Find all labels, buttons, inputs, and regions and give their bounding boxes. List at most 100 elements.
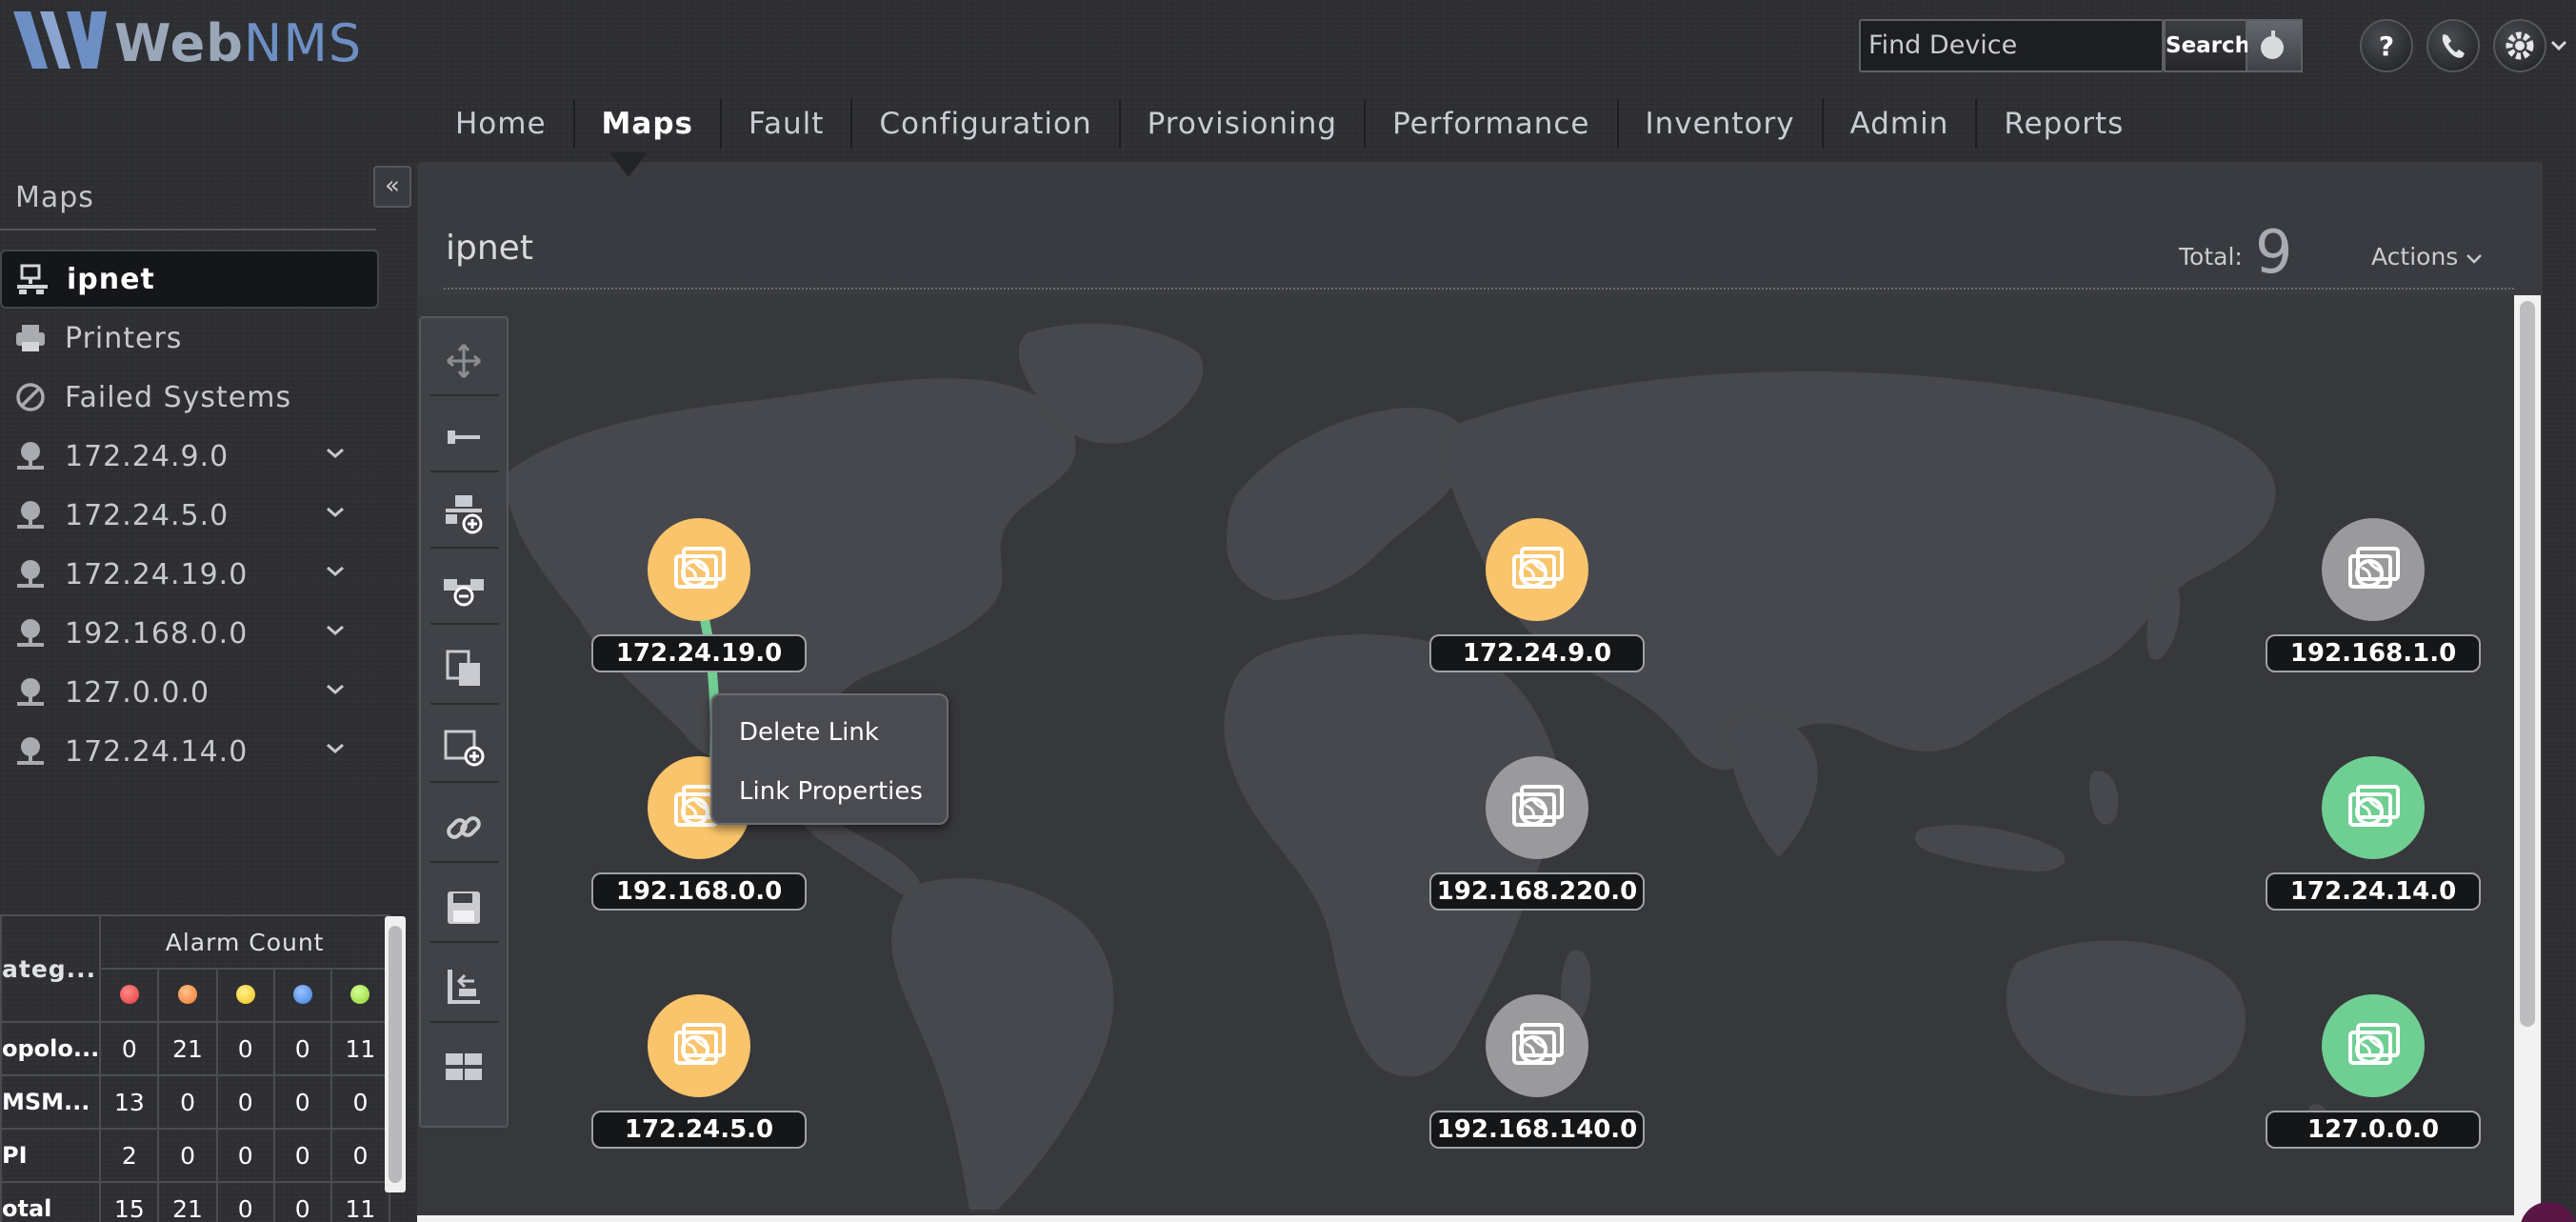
- save-icon: [448, 891, 480, 924]
- nav-admin[interactable]: Admin: [1824, 99, 1978, 149]
- alarm-count[interactable]: 0: [272, 1128, 332, 1183]
- alarm-count[interactable]: 11: [329, 1021, 390, 1076]
- nav-provisioning[interactable]: Provisioning: [1121, 99, 1367, 149]
- nav-fault[interactable]: Fault: [722, 99, 853, 149]
- save-tool[interactable]: [440, 884, 488, 932]
- remove-node-icon: [444, 579, 484, 607]
- alarm-count[interactable]: 13: [99, 1074, 160, 1130]
- alarm-count[interactable]: 0: [272, 1181, 332, 1222]
- delete-link-menu-item[interactable]: Delete Link: [739, 718, 879, 747]
- map-node-172-24-14-0[interactable]: 172.24.14.0: [2266, 756, 2481, 911]
- map-vertical-scrollbar[interactable]: [2514, 295, 2541, 1215]
- alarm-count[interactable]: 0: [215, 1128, 275, 1183]
- chevron-down-icon[interactable]: [324, 444, 347, 463]
- phone-button[interactable]: [2426, 19, 2480, 72]
- settings-button[interactable]: [2493, 19, 2546, 72]
- alarm-count[interactable]: 11: [329, 1181, 390, 1222]
- nav-performance[interactable]: Performance: [1366, 99, 1619, 149]
- settings-chevron-icon[interactable]: [2550, 38, 2567, 56]
- grid-layout-tool[interactable]: [440, 1044, 488, 1092]
- alarm-count[interactable]: 0: [215, 1181, 275, 1222]
- copy-tool[interactable]: [440, 646, 488, 693]
- severity-critical[interactable]: [99, 968, 160, 1023]
- chevron-down-icon[interactable]: [324, 562, 347, 581]
- chevron-down-icon[interactable]: [324, 680, 347, 699]
- nav-configuration[interactable]: Configuration: [852, 99, 1121, 149]
- alarm-count[interactable]: 2: [99, 1128, 160, 1183]
- alarm-count[interactable]: 0: [329, 1128, 390, 1183]
- phone-icon: [2442, 34, 2465, 58]
- logo-icon: [13, 11, 107, 69]
- map-node-192-168-140-0[interactable]: 192.168.140.0: [1429, 994, 1645, 1149]
- chevron-down-icon[interactable]: [324, 503, 347, 522]
- row-category[interactable]: PI: [0, 1128, 102, 1183]
- alarm-count[interactable]: 0: [329, 1074, 390, 1130]
- add-node-tool[interactable]: [440, 490, 488, 537]
- link-devices-tool[interactable]: [440, 804, 488, 851]
- chevron-down-icon[interactable]: [324, 621, 347, 640]
- map-node-172-24-19-0[interactable]: 172.24.19.0: [591, 518, 807, 672]
- sidebar-item-172-24-14-0[interactable]: 172.24.14.0: [0, 722, 379, 781]
- sidebar-item-failed-systems[interactable]: Failed Systems: [0, 368, 379, 427]
- toolbar-divider: [430, 547, 499, 549]
- map-horizontal-scrollbar[interactable]: [417, 1215, 2543, 1222]
- map-node-192-168-1-0[interactable]: 192.168.1.0: [2266, 518, 2481, 672]
- link-tool[interactable]: [440, 413, 488, 461]
- add-map-tool[interactable]: [440, 724, 488, 771]
- find-device-input[interactable]: Find Device: [1859, 19, 2164, 72]
- row-category[interactable]: MSM...: [0, 1074, 102, 1130]
- alarm-count[interactable]: 0: [272, 1021, 332, 1076]
- severity-warning[interactable]: [272, 968, 332, 1023]
- row-category[interactable]: opolo...: [0, 1021, 102, 1076]
- collapse-sidebar-button[interactable]: «: [373, 166, 411, 208]
- sidebar-item-172-24-5-0[interactable]: 172.24.5.0: [0, 486, 379, 545]
- nav-reports[interactable]: Reports: [1977, 99, 2150, 149]
- sidebar-item-172-24-19-0[interactable]: 172.24.19.0: [0, 545, 379, 604]
- nav-home[interactable]: Home: [429, 99, 575, 149]
- move-tool[interactable]: [440, 337, 488, 385]
- map-node-172-24-5-0[interactable]: 172.24.5.0: [591, 994, 807, 1149]
- blocked-icon: [16, 383, 45, 411]
- chevron-down-icon[interactable]: [324, 739, 347, 758]
- map-node-127-0-0-0[interactable]: 127.0.0.0: [2266, 994, 2481, 1149]
- severity-major[interactable]: [157, 968, 218, 1023]
- map-node-172-24-9-0[interactable]: 172.24.9.0: [1429, 518, 1645, 672]
- alarm-count[interactable]: 0: [272, 1074, 332, 1130]
- layout-tool[interactable]: [440, 964, 488, 1012]
- map-node-192-168-220-0[interactable]: 192.168.220.0: [1429, 756, 1645, 911]
- alarm-summary: ateg... Alarm Count opolo... 0 21 0 0 11…: [0, 914, 390, 1222]
- help-button[interactable]: ?: [2360, 19, 2413, 72]
- search-options-button[interactable]: [2247, 19, 2303, 72]
- alarm-count[interactable]: 0: [157, 1074, 218, 1130]
- link-context-menu: Delete Link Link Properties: [710, 693, 949, 825]
- network-device-icon: [674, 1023, 726, 1065]
- alarm-count[interactable]: 15: [99, 1181, 160, 1222]
- alarm-count[interactable]: 21: [157, 1021, 218, 1076]
- alarm-count[interactable]: 0: [157, 1128, 218, 1183]
- chevron-down-icon: [2466, 254, 2483, 264]
- category-header[interactable]: ateg...: [0, 914, 102, 1023]
- severity-minor[interactable]: [215, 968, 275, 1023]
- alarm-count[interactable]: 0: [99, 1021, 160, 1076]
- remove-node-tool[interactable]: [440, 566, 488, 613]
- nav-inventory[interactable]: Inventory: [1619, 99, 1824, 149]
- node-label: 192.168.140.0: [1429, 1111, 1645, 1149]
- alarm-scrollbar[interactable]: [385, 916, 406, 1192]
- link-properties-menu-item[interactable]: Link Properties: [739, 777, 923, 806]
- sidebar-item-ipnet[interactable]: ipnet: [0, 250, 379, 309]
- sidebar-item-printers[interactable]: Printers: [0, 309, 379, 368]
- network-device-icon: [1512, 785, 1564, 827]
- sidebar-item-127-0-0-0[interactable]: 127.0.0.0: [0, 663, 379, 722]
- search-button[interactable]: Search: [2164, 19, 2250, 72]
- alarm-count[interactable]: 21: [157, 1181, 218, 1222]
- nav-maps[interactable]: Maps: [575, 99, 722, 149]
- network-device-icon: [1512, 1023, 1564, 1065]
- alarm-count[interactable]: 0: [215, 1021, 275, 1076]
- sidebar-item-192-168-0-0[interactable]: 192.168.0.0: [0, 604, 379, 663]
- sidebar-item-172-24-9-0[interactable]: 172.24.9.0: [0, 427, 379, 486]
- row-category[interactable]: otal: [0, 1181, 102, 1222]
- actions-menu[interactable]: Actions: [2371, 243, 2483, 270]
- printer-icon: [16, 325, 45, 351]
- severity-clear[interactable]: [329, 968, 390, 1023]
- alarm-count[interactable]: 0: [215, 1074, 275, 1130]
